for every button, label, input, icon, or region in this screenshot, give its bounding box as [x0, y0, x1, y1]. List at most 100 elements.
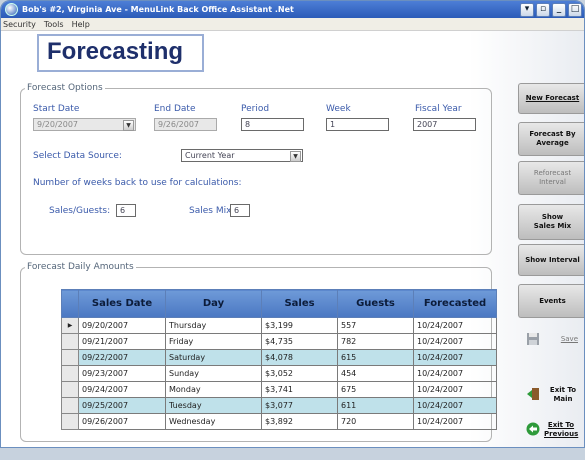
row-selector[interactable] [61, 381, 79, 398]
cell-sales-date[interactable]: 09/22/2007 [78, 349, 166, 366]
content-area: Forecasting Forecast Options Start Date … [1, 31, 584, 447]
table-row[interactable]: 09/23/2007 Sunday $3,052 454 10/24/2007 [61, 365, 497, 382]
table-header-row: Sales Date Day Sales Guests Forecasted [61, 289, 497, 318]
table-row[interactable]: 09/22/2007 Saturday $4,078 615 10/24/200… [61, 349, 497, 366]
cell-sales-date[interactable]: 09/25/2007 [78, 397, 166, 414]
reforecast-interval-button[interactable]: Reforecast Interval [518, 161, 584, 195]
cell-day[interactable]: Monday [165, 381, 262, 398]
app-icon [5, 3, 18, 16]
table-row[interactable]: 09/26/2007 Wednesday $3,892 720 10/24/20… [61, 413, 497, 430]
cell-sales-date[interactable]: 09/26/2007 [78, 413, 166, 430]
cell-forecasted[interactable]: 10/24/2007 [413, 349, 497, 366]
period-label: Period [241, 104, 270, 114]
cell-sales[interactable]: $4,078 [261, 349, 338, 366]
cell-guests[interactable]: 611 [337, 397, 414, 414]
menu-help[interactable]: Help [72, 20, 90, 29]
row-selector[interactable] [61, 333, 79, 350]
new-forecast-button[interactable]: New Forecast [518, 83, 584, 114]
sales-guests-field[interactable]: 6 [116, 204, 136, 217]
start-date-value: 9/20/2007 [37, 120, 79, 129]
cell-forecasted[interactable]: 10/24/2007 [413, 413, 497, 430]
chevron-down-icon[interactable]: ▼ [123, 120, 134, 131]
cell-forecasted[interactable]: 10/24/2007 [413, 381, 497, 398]
period-field[interactable]: 8 [241, 118, 304, 131]
row-selector[interactable] [61, 349, 79, 366]
fiscal-year-label: Fiscal Year [415, 104, 462, 114]
minimize-button[interactable]: ▾ [520, 3, 534, 17]
row-pointer-icon[interactable]: ▶ [61, 317, 79, 334]
exit-to-main-label: Exit To Main [549, 386, 577, 403]
maximize-button[interactable]: □ [568, 3, 582, 17]
cell-guests[interactable]: 675 [337, 381, 414, 398]
table-row[interactable]: 09/24/2007 Monday $3,741 675 10/24/2007 [61, 381, 497, 398]
minimize-2-button[interactable]: _ [552, 3, 566, 17]
row-selector[interactable] [61, 413, 79, 430]
cell-day[interactable]: Saturday [165, 349, 262, 366]
events-label: Events [539, 296, 566, 305]
cell-forecasted[interactable]: 10/24/2007 [413, 317, 497, 334]
cell-forecasted[interactable]: 10/24/2007 [413, 365, 497, 382]
exit-to-previous-label: Exit To Previous [544, 421, 579, 438]
forecast-by-average-button[interactable]: Forecast By Average [518, 122, 584, 156]
cell-guests[interactable]: 557 [337, 317, 414, 334]
week-field[interactable]: 1 [326, 118, 389, 131]
reforecast-interval-label: Reforecast Interval [533, 169, 572, 186]
cell-day[interactable]: Friday [165, 333, 262, 350]
events-button[interactable]: Events [518, 284, 584, 318]
column-header-sales-date[interactable]: Sales Date [78, 289, 166, 318]
table-row[interactable]: ▶ 09/20/2007 Thursday $3,199 557 10/24/2… [61, 317, 497, 334]
cell-guests[interactable]: 454 [337, 365, 414, 382]
title-bar[interactable]: Bob's #2, Virginia Ave - MenuLink Back O… [1, 1, 584, 18]
menu-tools[interactable]: Tools [44, 20, 64, 29]
week-label: Week [326, 104, 351, 114]
cell-sales-date[interactable]: 09/21/2007 [78, 333, 166, 350]
menu-security[interactable]: Security [3, 20, 36, 29]
restore-button[interactable]: ▫ [536, 3, 550, 17]
exit-to-previous-button[interactable]: Exit To Previous [518, 415, 584, 445]
cell-day[interactable]: Sunday [165, 365, 262, 382]
cell-sales[interactable]: $3,052 [261, 365, 338, 382]
forecast-daily-legend: Forecast Daily Amounts [27, 262, 134, 272]
page-title: Forecasting [47, 38, 184, 65]
cell-forecasted[interactable]: 10/24/2007 [413, 397, 497, 414]
cell-guests[interactable]: 782 [337, 333, 414, 350]
exit-to-main-button[interactable]: Exit To Main [518, 380, 584, 410]
row-selector-header [61, 289, 79, 318]
cell-sales-date[interactable]: 09/23/2007 [78, 365, 166, 382]
show-sales-mix-label: Show Sales Mix [533, 213, 572, 230]
cell-sales-date[interactable]: 09/24/2007 [78, 381, 166, 398]
column-header-forecasted[interactable]: Forecasted [413, 289, 497, 318]
cell-guests[interactable]: 720 [337, 413, 414, 430]
chevron-down-icon[interactable]: ▼ [290, 151, 301, 162]
table-row[interactable]: 09/25/2007 Tuesday $3,077 611 10/24/2007 [61, 397, 497, 414]
data-source-value: Current Year [185, 151, 235, 160]
cell-sales[interactable]: $4,735 [261, 333, 338, 350]
new-forecast-label: New Forecast [525, 94, 580, 102]
sales-mix-field[interactable]: 6 [230, 204, 250, 217]
forecast-daily-table: Sales Date Day Sales Guests Forecasted ▶… [61, 289, 497, 430]
table-row[interactable]: 09/21/2007 Friday $4,735 782 10/24/2007 [61, 333, 497, 350]
show-sales-mix-button[interactable]: Show Sales Mix [518, 204, 584, 240]
cell-day[interactable]: Tuesday [165, 397, 262, 414]
fiscal-year-field[interactable]: 2007 [413, 118, 476, 131]
cell-day[interactable]: Thursday [165, 317, 262, 334]
column-header-sales[interactable]: Sales [261, 289, 338, 318]
cell-sales[interactable]: $3,892 [261, 413, 338, 430]
cell-sales-date[interactable]: 09/20/2007 [78, 317, 166, 334]
column-header-day[interactable]: Day [165, 289, 262, 318]
start-date-picker[interactable]: 9/20/2007 ▼ [33, 118, 136, 131]
sales-mix-label: Sales Mix: [189, 206, 235, 216]
column-header-guests[interactable]: Guests [337, 289, 414, 318]
cell-sales[interactable]: $3,741 [261, 381, 338, 398]
show-interval-button[interactable]: Show Interval [518, 244, 584, 276]
cell-sales[interactable]: $3,077 [261, 397, 338, 414]
row-selector[interactable] [61, 365, 79, 382]
cell-sales[interactable]: $3,199 [261, 317, 338, 334]
floppy-disk-icon [527, 333, 539, 345]
save-button[interactable]: Save [518, 323, 584, 355]
cell-forecasted[interactable]: 10/24/2007 [413, 333, 497, 350]
data-source-select[interactable]: Current Year ▼ [181, 149, 303, 162]
cell-guests[interactable]: 615 [337, 349, 414, 366]
cell-day[interactable]: Wednesday [165, 413, 262, 430]
row-selector[interactable] [61, 397, 79, 414]
